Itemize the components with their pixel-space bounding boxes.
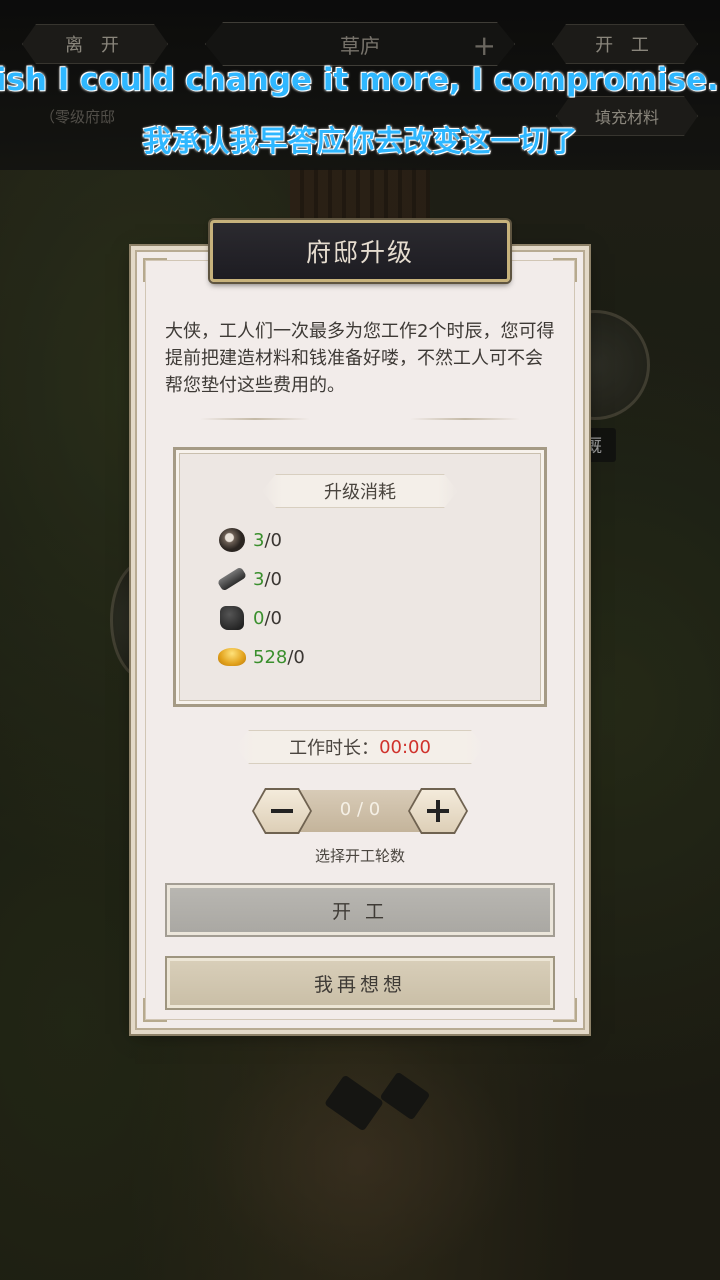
resource-need: /0 [264,529,282,551]
start-work-button[interactable]: 开 工 [165,883,555,937]
resource-need: /0 [264,568,282,590]
subtitle-english: wish I could change it more, I compromis… [0,62,720,98]
duration-timer: 00:00 [379,736,431,758]
gold-ingot-icon [217,643,247,671]
iron-icon [217,604,247,632]
resource-have: 0 [253,607,265,629]
resource-have: 528 [253,646,288,668]
corner-ornament [553,258,577,282]
minus-icon [271,809,293,813]
reconsider-button[interactable]: 我再想想 [165,956,555,1010]
cost-header: 升级消耗 [262,474,458,508]
corner-ornament [553,998,577,1022]
wood-icon [216,565,248,593]
resource-row-stone: 3/0 [217,525,282,555]
resource-row-iron: 0/0 [217,603,282,633]
duration-label: 工作时长： [289,738,380,759]
rounds-value: 0 / 0 [339,799,381,820]
resource-have: 3 [253,568,265,590]
dialog-title: 府邸升级 [210,220,510,282]
divider [200,418,520,422]
dialog-description: 大侠，工人们一次最多为您工作2个时辰，您可得提前把建造材料和钱准备好喽，不然工人… [165,321,555,396]
resource-need: /0 [264,607,282,629]
corner-ornament [143,258,167,282]
resource-have: 3 [253,529,265,551]
subtitle-english-text: wish I could change it more, I compromis… [0,62,719,98]
subtitle-chinese: 我承认我早答应你去改变这一切了 [142,124,578,158]
corner-ornament [143,998,167,1022]
work-duration: 工作时长： 00:00 [235,730,485,764]
rounds-label: 选择开工轮数 [314,847,405,865]
plus-icon [427,800,449,822]
resource-need: /0 [287,646,305,668]
stone-icon [217,526,247,554]
resource-row-gold: 528/0 [217,642,305,672]
resource-row-wood: 3/0 [216,564,282,594]
